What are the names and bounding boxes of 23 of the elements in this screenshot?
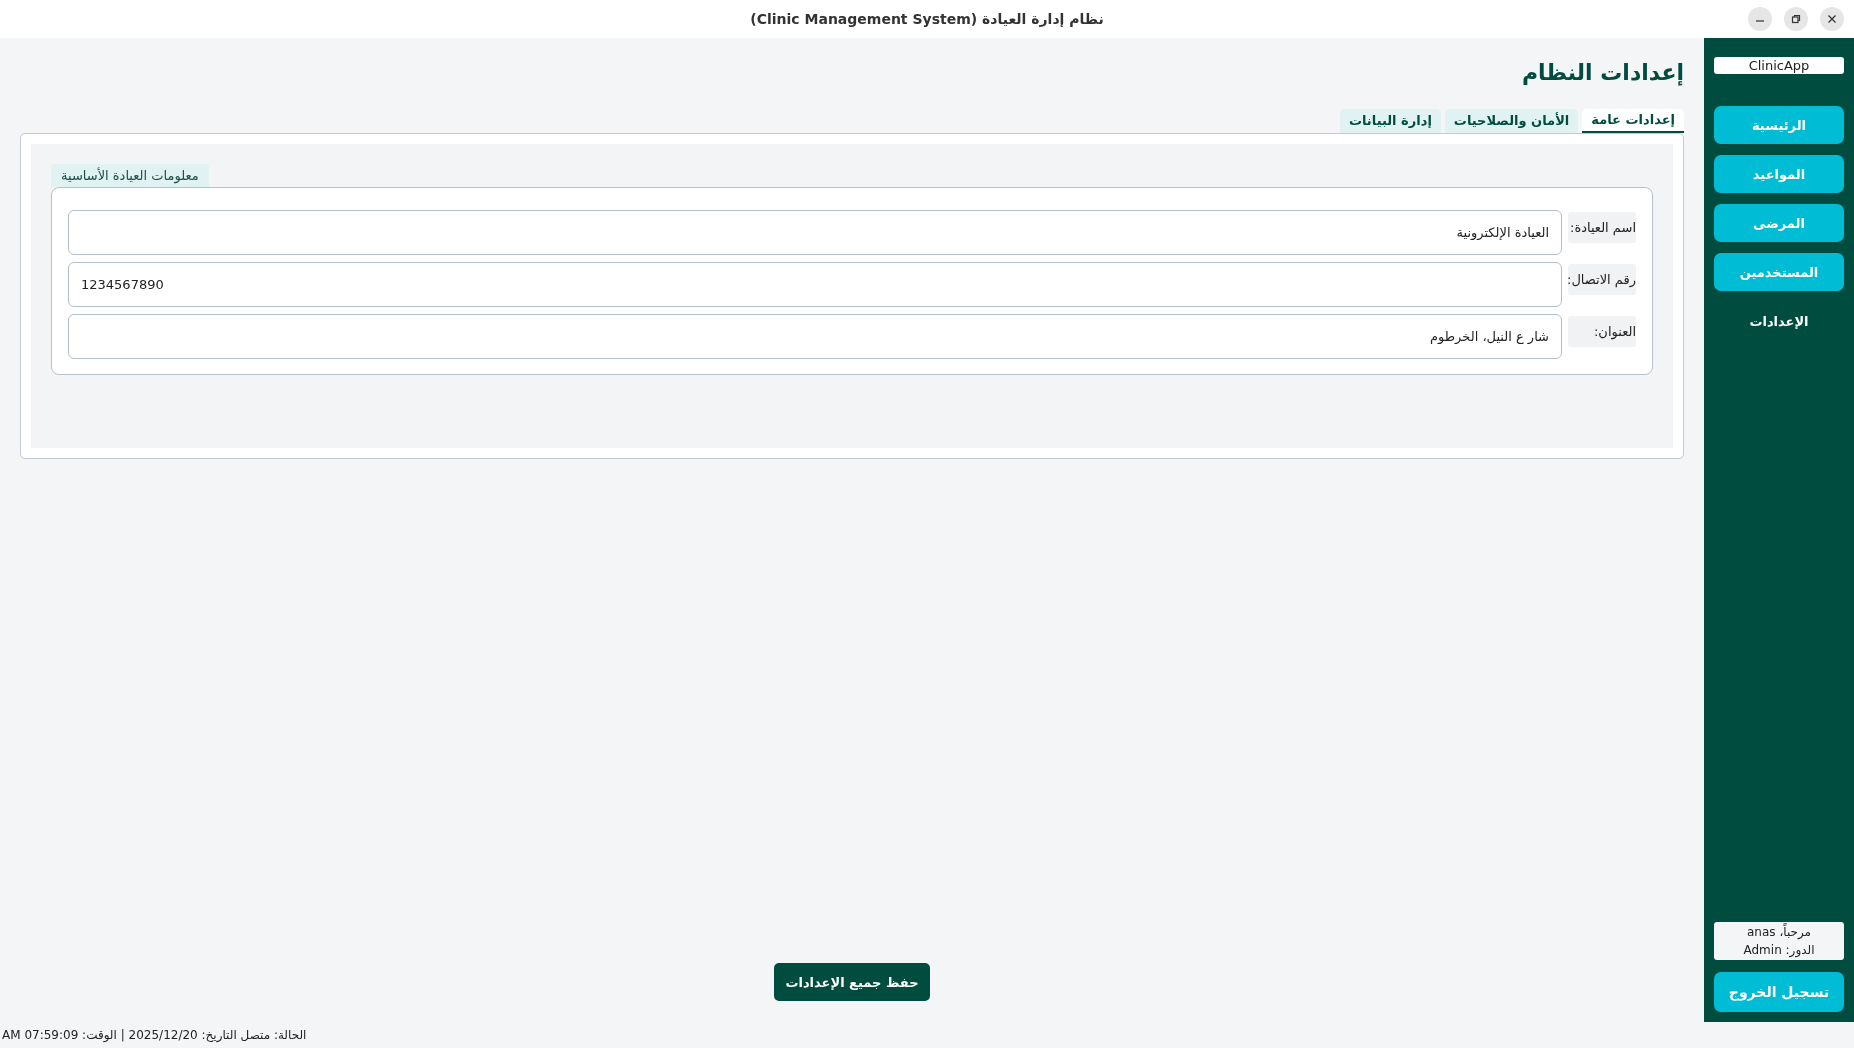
close-button[interactable]	[1820, 7, 1844, 31]
field-label: اسم العيادة:	[1568, 212, 1636, 243]
restore-button[interactable]	[1784, 7, 1808, 31]
status-text: الحالة: متصل التاريخ: 2025/12/20 | الوقت: 07:59:09 AM	[2, 1028, 307, 1042]
input-field[interactable]: 1234567890	[68, 262, 1562, 307]
input-field[interactable]: العيادة الإلكترونية	[68, 210, 1562, 255]
field-label: رقم الاتصال:	[1568, 264, 1636, 295]
close-icon	[1827, 14, 1837, 24]
tab[interactable]: الأمان والصلاحيات	[1444, 109, 1579, 133]
greeting-text: مرحباً، anas	[1747, 923, 1811, 941]
field-label: العنوان:	[1568, 316, 1636, 347]
tab[interactable]: إعدادات عامة	[1582, 109, 1684, 133]
group-title: معلومات العيادة الأساسية	[51, 164, 209, 187]
role-text: الدور: Admin	[1743, 942, 1815, 959]
tab[interactable]: إدارة البيانات	[1339, 109, 1441, 133]
save-button[interactable]: حفظ جميع الإعدادات	[774, 963, 930, 1001]
input-field[interactable]: شار ع النيل، الخرطوم	[68, 314, 1562, 359]
minimize-button[interactable]	[1748, 7, 1772, 31]
page-title: إعدادات النظام	[1522, 59, 1684, 88]
nav-item[interactable]: الإعدادات	[1714, 302, 1844, 340]
restore-icon	[1791, 14, 1801, 24]
app-logo: ClinicApp	[1714, 57, 1844, 74]
window-title: نظام إدارة العيادة (Clinic Management System)	[750, 11, 1104, 27]
